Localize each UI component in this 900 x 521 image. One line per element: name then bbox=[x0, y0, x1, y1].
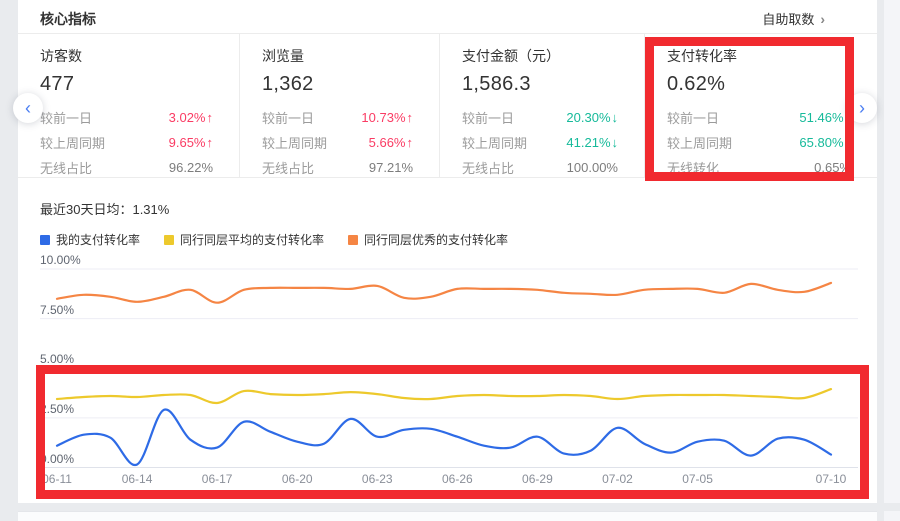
x-axis-tick: 07-05 bbox=[668, 472, 728, 486]
x-axis-tick: 06-20 bbox=[267, 472, 327, 486]
legend-swatch-icon bbox=[164, 235, 174, 245]
conversion-trend-chart bbox=[0, 0, 900, 521]
legend-label: 同行同层平均的支付转化率 bbox=[180, 231, 324, 248]
x-axis-tick: 06-23 bbox=[347, 472, 407, 486]
x-axis-tick: 06-29 bbox=[507, 472, 567, 486]
carousel-next-button[interactable]: › bbox=[847, 93, 877, 123]
legend-swatch-icon bbox=[40, 235, 50, 245]
carousel-prev-button[interactable]: ‹ bbox=[13, 93, 43, 123]
x-axis-tick: 06-14 bbox=[107, 472, 167, 486]
x-axis-tick: 07-02 bbox=[587, 472, 647, 486]
chart-legend: 我的支付转化率 同行同层平均的支付转化率 同行同层优秀的支付转化率 bbox=[40, 231, 508, 248]
legend-item-2[interactable]: 同行同层平均的支付转化率 bbox=[164, 231, 324, 248]
y-axis-tick: 10.00% bbox=[40, 253, 81, 267]
y-axis-tick: 7.50% bbox=[40, 303, 74, 317]
x-axis-tick: 07-10 bbox=[801, 472, 861, 486]
x-axis-tick: 06-26 bbox=[427, 472, 487, 486]
legend-label: 我的支付转化率 bbox=[56, 231, 140, 248]
x-axis-tick: 06-11 bbox=[27, 472, 87, 486]
legend-label: 同行同层优秀的支付转化率 bbox=[364, 231, 508, 248]
series-line-2 bbox=[57, 389, 831, 403]
x-axis-tick: 06-17 bbox=[187, 472, 247, 486]
y-axis-tick: 5.00% bbox=[40, 352, 74, 366]
y-axis-tick: 0.00% bbox=[40, 452, 74, 466]
legend-item-1[interactable]: 我的支付转化率 bbox=[40, 231, 140, 248]
legend-item-3[interactable]: 同行同层优秀的支付转化率 bbox=[348, 231, 508, 248]
series-line-3 bbox=[57, 283, 831, 303]
legend-swatch-icon bbox=[348, 235, 358, 245]
y-axis-tick: 2.50% bbox=[40, 402, 74, 416]
